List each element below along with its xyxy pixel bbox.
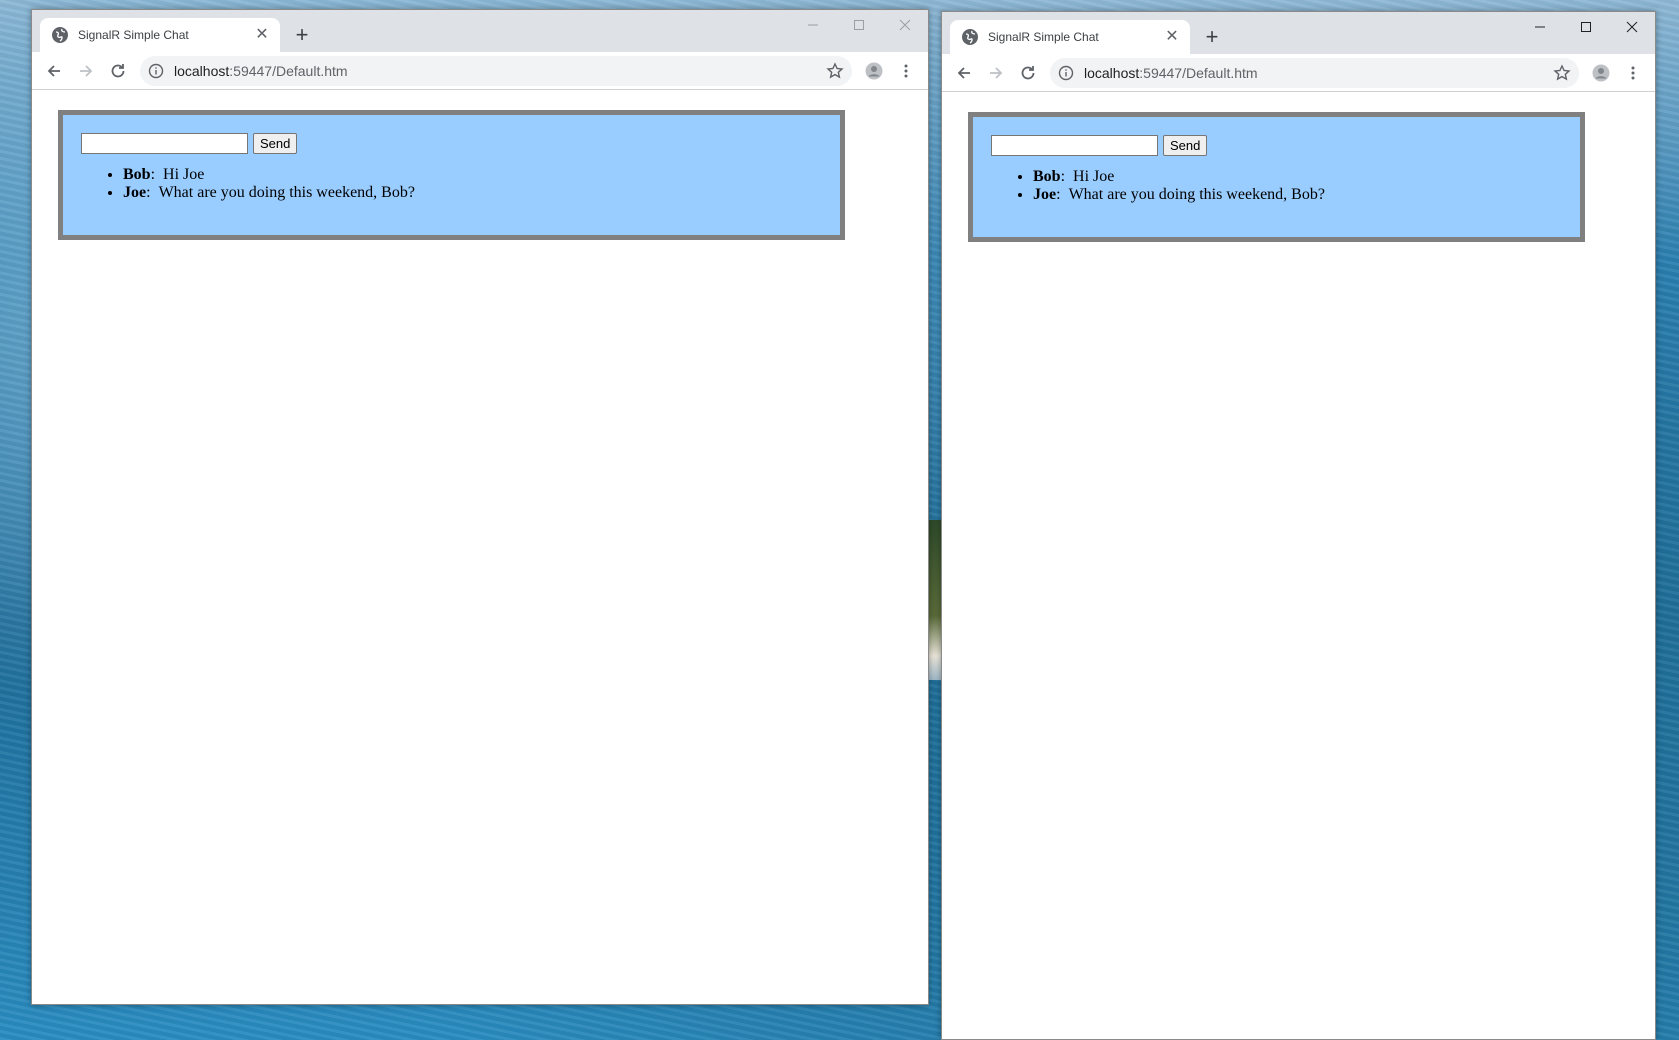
url-text: localhost:59447/Default.htm [1084,65,1553,81]
message-text: What are you doing this weekend, Bob? [158,184,415,201]
chat-container: Send Bob: Hi Joe Joe: What are you doing… [968,112,1585,242]
url-host: localhost [174,62,230,79]
globe-icon [962,29,978,45]
browser-toolbar: localhost:59447/Default.htm [942,54,1655,92]
chat-container: Send Bob: Hi Joe Joe: What are you doing… [58,110,845,240]
profile-avatar-icon[interactable] [858,55,890,87]
message-separator: : [146,184,151,201]
globe-icon [52,27,68,43]
list-item: Bob: Hi Joe [123,166,822,184]
maximize-icon[interactable] [1563,12,1609,42]
minimize-icon[interactable] [790,10,836,40]
profile-avatar-icon[interactable] [1585,57,1617,89]
chat-form: Send [81,133,822,154]
plus-icon[interactable]: + [1200,26,1224,50]
message-text: Hi Joe [1073,168,1115,185]
browser-window-right: SignalR Simple Chat ✕ + localhost:59447/… [941,11,1656,1040]
url-path: :59447/Default.htm [1139,64,1258,81]
reload-icon[interactable] [1012,57,1044,89]
message-separator: : [1060,168,1066,185]
list-item: Joe: What are you doing this weekend, Bo… [123,184,822,202]
address-bar[interactable]: localhost:59447/Default.htm [140,55,852,86]
url-path: :59447/Default.htm [229,62,348,79]
tab-signalr-chat[interactable]: SignalR Simple Chat ✕ [40,18,280,52]
tab-title: SignalR Simple Chat [78,28,189,42]
minimize-icon[interactable] [1517,12,1563,42]
message-list: Bob: Hi Joe Joe: What are you doing this… [991,168,1562,204]
list-item: Joe: What are you doing this weekend, Bo… [1033,186,1562,204]
chat-form: Send [991,135,1562,156]
message-author: Joe [123,184,147,201]
message-author: Bob [123,166,151,183]
list-item: Bob: Hi Joe [1033,168,1562,186]
more-vertical-icon[interactable] [1617,57,1649,89]
message-list: Bob: Hi Joe Joe: What are you doing this… [81,166,822,202]
window-close-icon[interactable] [882,10,928,40]
browser-toolbar: localhost:59447/Default.htm [32,52,928,90]
address-bar[interactable]: localhost:59447/Default.htm [1050,57,1579,88]
tab-title: SignalR Simple Chat [988,30,1099,44]
message-separator: : [1056,186,1061,203]
message-text: What are you doing this weekend, Bob? [1068,186,1325,203]
url-host: localhost [1084,64,1140,81]
forward-arrow-icon[interactable] [70,55,102,87]
maximize-icon[interactable] [836,10,882,40]
window-controls [1517,12,1655,42]
url-text: localhost:59447/Default.htm [174,63,826,79]
tab-signalr-chat[interactable]: SignalR Simple Chat ✕ [950,20,1190,54]
message-separator: : [150,166,156,183]
close-icon[interactable]: ✕ [254,27,270,43]
info-icon[interactable] [148,63,164,79]
message-author: Joe [1033,186,1057,203]
window-close-icon[interactable] [1609,12,1655,42]
plus-icon[interactable]: + [290,24,314,48]
send-button[interactable]: Send [1163,135,1208,156]
star-icon[interactable] [1553,63,1571,82]
info-icon[interactable] [1058,65,1074,81]
browser-window-left: SignalR Simple Chat ✕ + localhost:59447/… [31,9,929,1005]
back-arrow-icon[interactable] [38,55,70,87]
tab-strip: SignalR Simple Chat ✕ + [32,10,928,52]
tab-strip: SignalR Simple Chat ✕ + [942,12,1655,54]
back-arrow-icon[interactable] [948,57,980,89]
star-icon[interactable] [826,61,844,80]
message-input[interactable] [991,135,1158,156]
message-text: Hi Joe [163,166,205,183]
message-input[interactable] [81,133,248,154]
message-author: Bob [1033,168,1061,185]
forward-arrow-icon[interactable] [980,57,1012,89]
window-controls [790,10,928,40]
more-vertical-icon[interactable] [890,55,922,87]
send-button[interactable]: Send [253,133,298,154]
close-icon[interactable]: ✕ [1164,29,1180,45]
reload-icon[interactable] [102,55,134,87]
